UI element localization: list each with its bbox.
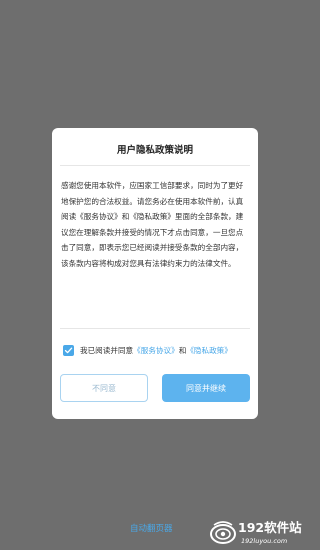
auto-page-turner-link[interactable]: 自动翻页器 — [130, 524, 173, 535]
agree-row: 我已阅读并同意 《服务协议》 和 《隐私政策》 — [63, 343, 253, 357]
service-agreement-link[interactable]: 《服务协议》 — [133, 345, 179, 356]
agree-and: 和 — [178, 345, 187, 355]
agree-prefix: 我已阅读并同意 — [80, 345, 134, 355]
watermark-brand: 192软件站 — [238, 520, 302, 535]
watermark-url: 192luyou.com — [241, 537, 288, 545]
privacy-policy-link[interactable]: 《隐私政策》 — [186, 345, 232, 356]
privacy-dialog: 用户隐私政策说明 感谢您使用本软件，应国家工信部要求，同时为了更好地保护您的合法… — [52, 128, 258, 419]
site-watermark: 192软件站 192luyou.com — [208, 516, 308, 550]
dialog-title: 用户隐私政策说明 — [116, 145, 193, 156]
body-divider — [60, 328, 250, 329]
privacy-body-text: 感谢您使用本软件，应国家工信部要求，同时为了更好地保护您的合法权益。请您务必在使… — [61, 181, 244, 268]
accept-continue-button[interactable]: 同意并继续 — [162, 374, 250, 402]
agree-checkbox[interactable] — [63, 344, 74, 356]
decline-button[interactable]: 不同意 — [60, 374, 148, 402]
router-logo-icon — [210, 521, 236, 544]
title-divider — [60, 165, 250, 166]
check-icon — [64, 347, 73, 353]
